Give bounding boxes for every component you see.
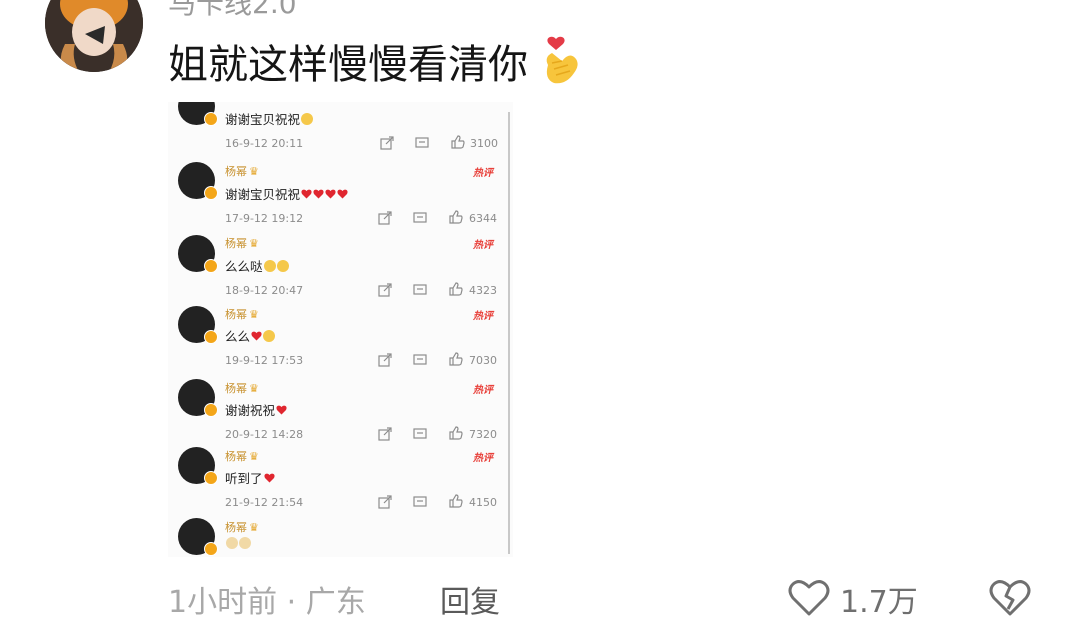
like-count: 7320 bbox=[469, 428, 497, 441]
comment-icon[interactable] bbox=[413, 495, 427, 509]
like-count: 6344 bbox=[469, 212, 497, 225]
heart-icon bbox=[276, 405, 287, 414]
comment-icon[interactable] bbox=[413, 211, 427, 225]
heart-icon[interactable] bbox=[787, 576, 831, 618]
crown-icon: ♛ bbox=[249, 308, 259, 321]
scrollbar bbox=[508, 112, 510, 554]
verified-badge-icon bbox=[204, 112, 218, 126]
list-item-text: 谢谢宝贝祝祝 bbox=[225, 109, 314, 128]
verified-badge-icon bbox=[204, 403, 218, 417]
emoji-face-icon bbox=[263, 259, 276, 272]
thumbs-up-icon[interactable] bbox=[449, 210, 463, 224]
share-icon[interactable] bbox=[378, 211, 392, 225]
list-item-date: 19-9-12 17:53 bbox=[225, 354, 304, 367]
hot-comment-badge: 热评 bbox=[473, 311, 493, 322]
thumbs-up-icon[interactable] bbox=[449, 426, 463, 440]
heart-icon bbox=[337, 189, 348, 198]
verified-badge-icon bbox=[204, 542, 218, 556]
thumbs-up-icon[interactable] bbox=[451, 135, 465, 149]
like-count: 4150 bbox=[469, 496, 497, 509]
comment-icon[interactable] bbox=[413, 283, 427, 297]
share-icon[interactable] bbox=[378, 495, 392, 509]
list-item-name: 杨幂 ♛ bbox=[225, 382, 259, 395]
thumbs-up-icon[interactable] bbox=[449, 352, 463, 366]
comment-icon[interactable] bbox=[413, 427, 427, 441]
list-item-text: 谢谢祝祝 bbox=[225, 400, 287, 419]
hot-comment-badge: 热评 bbox=[473, 240, 493, 251]
comment-time-location: 1小时前 · 广东 bbox=[168, 585, 366, 620]
avatar[interactable] bbox=[45, 0, 143, 72]
heart-icon bbox=[251, 331, 262, 340]
username[interactable]: 马卡线2.0 bbox=[168, 0, 297, 22]
comment-text: 姐就这样慢慢看清你 bbox=[168, 32, 582, 90]
hot-comment-badge: 热评 bbox=[473, 168, 493, 179]
verified-badge-icon bbox=[204, 471, 218, 485]
list-item-name: 杨幂 ♛ bbox=[225, 165, 259, 178]
list-item-date: 20-9-12 14:28 bbox=[225, 428, 304, 441]
heart-icon bbox=[301, 189, 312, 198]
list-item-text: 么么 bbox=[225, 326, 276, 345]
emoji-face-icon bbox=[263, 329, 276, 342]
comment-icon[interactable] bbox=[415, 136, 429, 150]
comment-body: 姐就这样慢慢看清你 bbox=[168, 42, 528, 88]
crown-icon: ♛ bbox=[249, 521, 259, 534]
share-icon[interactable] bbox=[378, 283, 392, 297]
list-item-name: 杨幂 ♛ bbox=[225, 450, 259, 463]
emoji-face-icon bbox=[301, 112, 314, 125]
like-count: 1.7万 bbox=[840, 585, 918, 620]
heart-icon bbox=[313, 189, 324, 198]
emoji-face-icon bbox=[276, 259, 289, 272]
crown-icon: ♛ bbox=[249, 382, 259, 395]
verified-badge-icon bbox=[204, 259, 218, 273]
share-icon[interactable] bbox=[378, 353, 392, 367]
verified-badge-icon bbox=[204, 330, 218, 344]
reply-button[interactable]: 回复 bbox=[440, 577, 500, 621]
thumbs-up-icon[interactable] bbox=[449, 494, 463, 508]
list-item-date: 16-9-12 20:11 bbox=[225, 137, 304, 150]
list-item-name: 杨幂 ♛ bbox=[225, 521, 259, 534]
share-icon[interactable] bbox=[378, 427, 392, 441]
like-count: 4323 bbox=[469, 284, 497, 297]
hot-comment-badge: 热评 bbox=[473, 385, 493, 396]
list-item-name: 杨幂 ♛ bbox=[225, 237, 259, 250]
list-item-text: 听到了 bbox=[225, 468, 275, 487]
like-count: 7030 bbox=[469, 354, 497, 367]
list-item-date: 18-9-12 20:47 bbox=[225, 284, 304, 297]
list-item-text: 么么哒 bbox=[225, 256, 289, 275]
share-icon[interactable] bbox=[380, 136, 394, 150]
list-item-text bbox=[225, 537, 251, 549]
thumbs-up-icon[interactable] bbox=[449, 282, 463, 296]
emoji-icon bbox=[239, 537, 251, 549]
broken-heart-icon[interactable] bbox=[988, 576, 1032, 618]
verified-badge-icon bbox=[204, 186, 218, 200]
crown-icon: ♛ bbox=[249, 450, 259, 463]
emoji-icon bbox=[226, 537, 238, 549]
list-item-text: 谢谢宝贝祝祝 bbox=[225, 184, 348, 203]
finger-heart-icon bbox=[540, 35, 582, 87]
list-item-date: 21-9-12 21:54 bbox=[225, 496, 304, 509]
heart-icon bbox=[263, 473, 275, 482]
hot-comment-badge: 热评 bbox=[473, 453, 493, 464]
comment-icon[interactable] bbox=[413, 353, 427, 367]
embedded-screenshot[interactable]: 谢谢宝贝祝祝 16-9-12 20:11 3100 杨幂 ♛ 热评 谢谢宝贝祝祝 … bbox=[168, 102, 513, 557]
crown-icon: ♛ bbox=[249, 165, 259, 178]
list-item-name: 杨幂 ♛ bbox=[225, 308, 259, 321]
heart-icon bbox=[325, 189, 336, 198]
like-count: 3100 bbox=[470, 137, 498, 150]
list-item-date: 17-9-12 19:12 bbox=[225, 212, 304, 225]
crown-icon: ♛ bbox=[249, 237, 259, 250]
